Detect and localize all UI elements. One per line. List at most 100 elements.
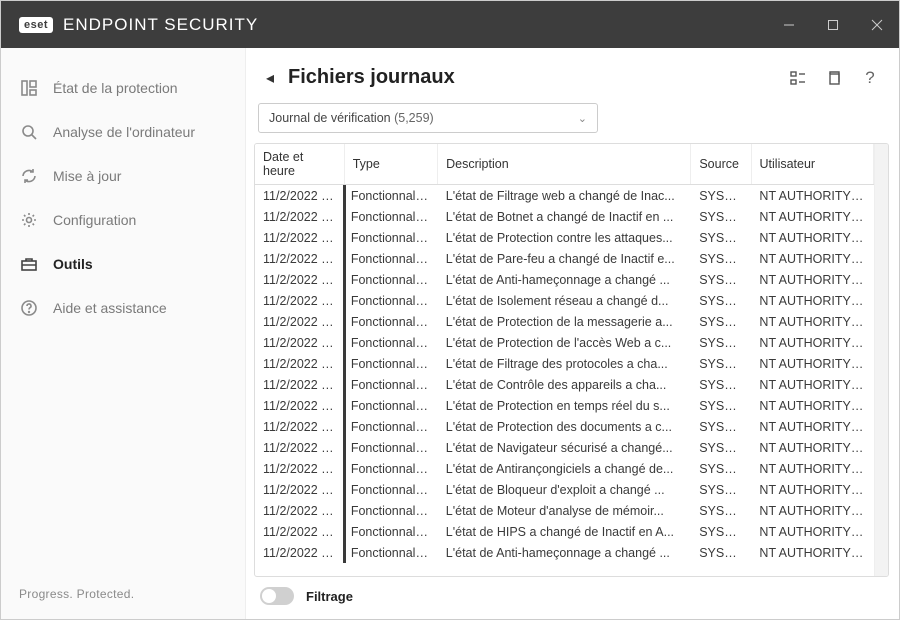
col-header-date[interactable]: Date et heure <box>255 144 344 185</box>
cell-description: L'état de Anti-hameçonnage a changé ... <box>438 542 691 563</box>
cell-description: L'état de Filtrage web a changé de Inac.… <box>438 185 691 206</box>
cell-description: L'état de Protection en temps réel du s.… <box>438 395 691 416</box>
table-row[interactable]: 11/2/2022 4...Fonctionnalit...L'état de … <box>255 311 874 332</box>
sidebar-item-computer-scan[interactable]: Analyse de l'ordinateur <box>1 110 245 154</box>
sidebar-item-protection-status[interactable]: État de la protection <box>1 66 245 110</box>
cell-type: Fonctionnalit... <box>344 437 437 458</box>
gear-icon <box>19 210 39 230</box>
table-row[interactable]: 11/2/2022 4...Fonctionnalit...L'état de … <box>255 290 874 311</box>
table-row[interactable]: 11/2/2022 4...Fonctionnalit...L'état de … <box>255 479 874 500</box>
table-row[interactable]: 11/2/2022 4...Fonctionnalit...L'état de … <box>255 248 874 269</box>
table-row[interactable]: 11/2/2022 4...Fonctionnalit...L'état de … <box>255 269 874 290</box>
minimize-button[interactable] <box>767 1 811 48</box>
filter-label: Filtrage <box>306 589 353 604</box>
cell-date: 11/2/2022 4... <box>255 458 344 479</box>
scrollbar[interactable] <box>874 144 888 576</box>
col-header-description[interactable]: Description <box>438 144 691 185</box>
cell-user: NT AUTHORITY\SY... <box>751 437 874 458</box>
dropdown-count: (5,259) <box>394 111 434 125</box>
refresh-icon <box>19 166 39 186</box>
table-row[interactable]: 11/2/2022 4...Fonctionnalit...L'état de … <box>255 437 874 458</box>
cell-source: SYSTÈME <box>691 332 751 353</box>
cell-date: 11/2/2022 4... <box>255 290 344 311</box>
cell-source: SYSTÈME <box>691 395 751 416</box>
cell-user: NT AUTHORITY\SY... <box>751 185 874 206</box>
copy-icon[interactable] <box>825 69 843 87</box>
cell-type: Fonctionnalit... <box>344 185 437 206</box>
footer-tagline: Progress. Protected. <box>1 569 245 619</box>
sidebar-item-update[interactable]: Mise à jour <box>1 154 245 198</box>
close-button[interactable] <box>855 1 899 48</box>
back-button[interactable]: ◂ <box>266 68 274 88</box>
table-row[interactable]: 11/2/2022 4...Fonctionnalit...L'état de … <box>255 374 874 395</box>
cell-type: Fonctionnalit... <box>344 479 437 500</box>
cell-user: NT AUTHORITY\SY... <box>751 374 874 395</box>
cell-user: NT AUTHORITY\SY... <box>751 542 874 563</box>
cell-user: NT AUTHORITY\SY... <box>751 206 874 227</box>
sidebar-item-label: Mise à jour <box>53 168 121 184</box>
maximize-button[interactable] <box>811 1 855 48</box>
cell-date: 11/2/2022 4... <box>255 416 344 437</box>
cell-type: Fonctionnalit... <box>344 353 437 374</box>
cell-description: L'état de Protection des documents a c..… <box>438 416 691 437</box>
chevron-down-icon: ⌄ <box>578 112 587 125</box>
cell-source: SYSTÈME <box>691 311 751 332</box>
help-icon[interactable]: ? <box>861 69 879 87</box>
cell-source: SYSTÈME <box>691 500 751 521</box>
titlebar: eset ENDPOINT SECURITY <box>1 1 899 48</box>
table-row[interactable]: 11/2/2022 4...Fonctionnalit...L'état de … <box>255 458 874 479</box>
log-select-row: Journal de vérification (5,259) ⌄ <box>246 99 899 143</box>
cell-type: Fonctionnalit... <box>344 332 437 353</box>
cell-date: 11/2/2022 4... <box>255 374 344 395</box>
cell-type: Fonctionnalit... <box>344 374 437 395</box>
cell-user: NT AUTHORITY\SY... <box>751 227 874 248</box>
table-row[interactable]: 11/2/2022 4...Fonctionnalit...L'état de … <box>255 521 874 542</box>
window-controls <box>767 1 899 48</box>
header-tools: ? <box>789 69 879 87</box>
sidebar: État de la protection Analyse de l'ordin… <box>1 48 246 619</box>
view-switch-icon[interactable] <box>789 69 807 87</box>
cell-date: 11/2/2022 4... <box>255 311 344 332</box>
sidebar-item-help[interactable]: Aide et assistance <box>1 286 245 330</box>
cell-description: L'état de HIPS a changé de Inactif en A.… <box>438 521 691 542</box>
cell-source: SYSTÈME <box>691 416 751 437</box>
sidebar-item-configuration[interactable]: Configuration <box>1 198 245 242</box>
cell-user: NT AUTHORITY\SY... <box>751 269 874 290</box>
cell-date: 11/2/2022 4... <box>255 227 344 248</box>
col-header-user[interactable]: Utilisateur <box>751 144 873 185</box>
cell-date: 11/2/2022 4... <box>255 395 344 416</box>
cell-user: NT AUTHORITY\SY... <box>751 458 874 479</box>
log-type-dropdown[interactable]: Journal de vérification (5,259) ⌄ <box>258 103 598 133</box>
table-row[interactable]: 11/2/2022 4...Fonctionnalit...L'état de … <box>255 206 874 227</box>
filter-toggle[interactable] <box>260 587 294 605</box>
toolbox-icon <box>19 254 39 274</box>
table-row[interactable]: 11/2/2022 4...Fonctionnalit...L'état de … <box>255 353 874 374</box>
table-row[interactable]: 11/2/2022 4...Fonctionnalit...L'état de … <box>255 500 874 521</box>
cell-source: SYSTÈME <box>691 437 751 458</box>
cell-description: L'état de Contrôle des appareils a cha..… <box>438 374 691 395</box>
cell-source: SYSTÈME <box>691 479 751 500</box>
table-row[interactable]: 11/2/2022 4...Fonctionnalit...L'état de … <box>255 542 874 563</box>
cell-type: Fonctionnalit... <box>344 416 437 437</box>
table-row[interactable]: 11/2/2022 4...Fonctionnalit...L'état de … <box>255 416 874 437</box>
table-row[interactable]: 11/2/2022 4...Fonctionnalit...L'état de … <box>255 332 874 353</box>
sidebar-item-tools[interactable]: Outils <box>1 242 245 286</box>
table-row[interactable]: 11/2/2022 4...Fonctionnalit...L'état de … <box>255 227 874 248</box>
cell-description: L'état de Moteur d'analyse de mémoir... <box>438 500 691 521</box>
sidebar-item-label: Configuration <box>53 212 136 228</box>
body: État de la protection Analyse de l'ordin… <box>1 48 899 619</box>
cell-user: NT AUTHORITY\SY... <box>751 416 874 437</box>
cell-type: Fonctionnalit... <box>344 269 437 290</box>
cell-type: Fonctionnalit... <box>344 542 437 563</box>
table-row[interactable]: 11/2/2022 4...Fonctionnalit...L'état de … <box>255 395 874 416</box>
cell-type: Fonctionnalit... <box>344 206 437 227</box>
cell-description: L'état de Anti-hameçonnage a changé ... <box>438 269 691 290</box>
cell-source: SYSTÈME <box>691 227 751 248</box>
cell-date: 11/2/2022 4... <box>255 521 344 542</box>
col-header-type[interactable]: Type <box>344 144 437 185</box>
cell-description: L'état de Pare-feu a changé de Inactif e… <box>438 248 691 269</box>
col-header-source[interactable]: Source <box>691 144 751 185</box>
table-row[interactable]: 11/2/2022 4...Fonctionnalit...L'état de … <box>255 185 874 206</box>
cell-user: NT AUTHORITY\SY... <box>751 311 874 332</box>
cell-type: Fonctionnalit... <box>344 521 437 542</box>
